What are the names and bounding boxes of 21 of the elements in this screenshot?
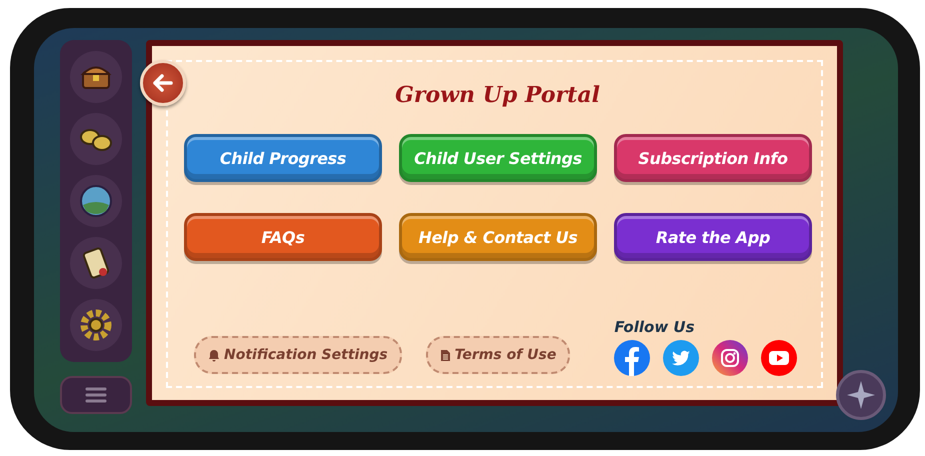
menu-option-button[interactable]: Subscription Info [614, 134, 812, 182]
arrow-left-icon [153, 74, 173, 92]
twitter-icon[interactable] [663, 340, 700, 376]
menu-option-button[interactable]: Child User Settings [399, 134, 597, 182]
footer-link[interactable]: Notification Settings [194, 336, 402, 374]
menu-option-button[interactable]: Child Progress [184, 134, 382, 182]
youtube-icon[interactable] [761, 340, 798, 376]
bell-icon [208, 348, 220, 362]
menu-option-button[interactable]: Help & Contact Us [399, 213, 597, 261]
footer-link[interactable]: Terms of Use [426, 336, 570, 374]
menu-option-button[interactable]: Rate the App [614, 213, 812, 261]
panel-title: Grown Up Portal [394, 82, 601, 108]
menu-icon [85, 386, 107, 404]
facebook-icon[interactable] [614, 340, 650, 376]
instagram-icon[interactable] [712, 340, 748, 376]
follow-heading: Follow Us [614, 318, 696, 336]
back-button[interactable] [140, 60, 186, 106]
compass-icon[interactable] [836, 370, 886, 420]
menu-option-button[interactable]: FAQs [184, 213, 382, 261]
menu-button[interactable] [60, 376, 132, 414]
document-icon [440, 348, 451, 362]
